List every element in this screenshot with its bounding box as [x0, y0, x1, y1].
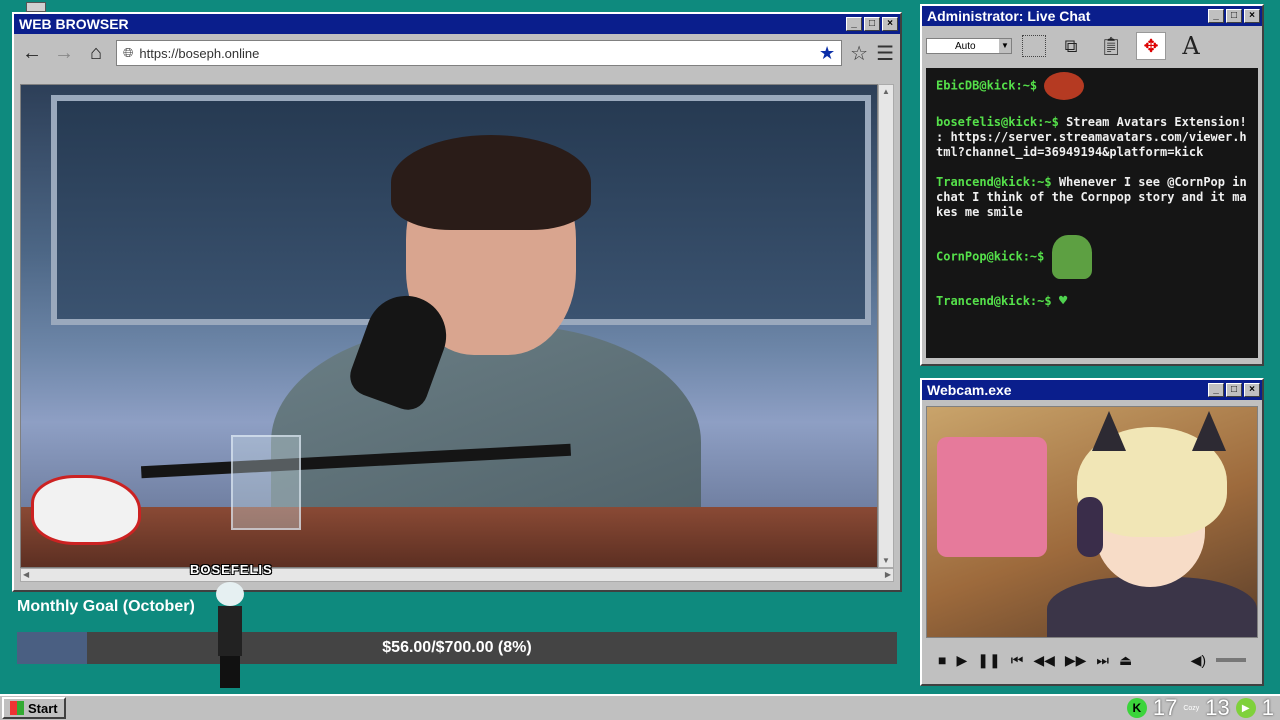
chat-message: EbicDB@kick:~$ [936, 72, 1248, 100]
windows-logo-icon [10, 701, 24, 715]
vertical-scrollbar[interactable]: ▲ ▼ [878, 84, 894, 568]
menu-icon[interactable]: ☰ [876, 41, 894, 66]
favorites-star-icon[interactable]: ☆ [850, 41, 868, 66]
headphones [1077, 497, 1103, 557]
background-bed [937, 437, 1047, 557]
minimize-button[interactable]: _ [846, 17, 862, 31]
heart-icon: ♥ [1058, 293, 1068, 309]
maximize-button[interactable]: □ [1226, 383, 1242, 397]
select-icon[interactable] [1022, 35, 1046, 57]
cozy-label: Cozy [1183, 704, 1200, 712]
chat-log[interactable]: EbicDB@kick:~$ bosefelis@kick:~$ Stream … [926, 68, 1258, 358]
pause-icon[interactable]: ❚❚ [977, 652, 1000, 669]
chevron-down-icon[interactable]: ▼ [999, 39, 1011, 53]
chat-username: Trancend@kick:~$ [936, 175, 1052, 189]
chat-window: Administrator: Live Chat _ □ × Auto ▼ ⧉ … [920, 4, 1264, 366]
start-label: Start [28, 700, 58, 716]
webcam-view [926, 406, 1258, 638]
close-button[interactable]: × [1244, 9, 1260, 23]
skip-forward-icon[interactable]: ⏭ [1096, 652, 1109, 669]
start-button[interactable]: Start [2, 697, 66, 719]
webcam-title: Webcam.exe [927, 382, 1012, 398]
home-icon[interactable]: ⌂ [84, 42, 108, 65]
taskbar: Start K 17 Cozy 13 ▶ 1 [0, 694, 1280, 720]
move-icon[interactable]: ✥ [1136, 32, 1166, 60]
goal-amount: $56.00/$700.00 (8%) [382, 639, 532, 656]
pepe-emote-icon [1051, 235, 1092, 279]
back-arrow-icon[interactable]: ← [20, 42, 44, 65]
fast-forward-icon[interactable]: ▶▶ [1065, 652, 1087, 669]
zoom-select[interactable]: Auto ▼ [926, 38, 1012, 54]
scroll-right-icon[interactable]: ▶ [885, 570, 891, 579]
webcam-window: Webcam.exe _ □ × ■ ▶ ❚❚ ⏮ ◀◀ ▶▶ ⏭ ⏏ ◀) [920, 378, 1264, 686]
forward-arrow-icon[interactable]: → [52, 42, 76, 65]
chat-toolbar: Auto ▼ ⧉ 📋︎ ✥ A [922, 26, 1262, 66]
paste-icon[interactable]: 📋︎ [1096, 32, 1126, 60]
maximize-button[interactable]: □ [864, 17, 880, 31]
address-bar[interactable]: 🌐︎ https://boseph.online ★ [116, 40, 843, 66]
globe-icon: 🌐︎ [123, 45, 134, 60]
desktop-icon[interactable] [26, 2, 46, 12]
avatar-head [216, 582, 244, 606]
copy-icon[interactable]: ⧉ [1056, 32, 1086, 60]
browser-title: WEB BROWSER [19, 16, 129, 32]
play-icon[interactable]: ▶ [956, 652, 967, 669]
chat-message: Trancend@kick:~$ Whenever I see @CornPop… [936, 175, 1248, 220]
minimize-button[interactable]: _ [1208, 9, 1224, 23]
chat-username: EbicDB@kick:~$ [936, 78, 1038, 93]
video-viewport[interactable] [20, 84, 878, 568]
scroll-left-icon[interactable]: ◀ [23, 570, 29, 579]
browser-window: WEB BROWSER _ □ × ← → ⌂ 🌐︎ https://bosep… [12, 12, 902, 592]
stream-avatar [212, 582, 248, 692]
close-button[interactable]: × [882, 17, 898, 31]
browser-toolbar: ← → ⌂ 🌐︎ https://boseph.online ★ ☆ ☰ [14, 34, 900, 72]
close-button[interactable]: × [1244, 383, 1260, 397]
chat-title: Administrator: Live Chat [927, 8, 1091, 24]
avatar-body [218, 606, 242, 656]
chat-message: bosefelis@kick:~$ Stream Avatars Extensi… [936, 115, 1248, 160]
water-glass [231, 435, 301, 530]
volume-icon[interactable]: ◀) [1191, 652, 1206, 669]
cozy-viewer-count: 13 [1205, 695, 1230, 720]
goal-label: Monthly Goal (October) [17, 598, 195, 615]
skip-back-icon[interactable]: ⏮ [1011, 652, 1024, 669]
kick-icon: K [1126, 698, 1147, 718]
play-viewer-count: 1 [1261, 695, 1274, 720]
webcam-titlebar[interactable]: Webcam.exe _ □ × [922, 380, 1262, 400]
elephant-logo [31, 475, 141, 545]
maximize-button[interactable]: □ [1226, 9, 1242, 23]
scroll-up-icon[interactable]: ▲ [882, 87, 890, 96]
rewind-icon[interactable]: ◀◀ [1033, 652, 1055, 669]
goal-progress-bar: $56.00/$700.00 (8%) [17, 632, 897, 664]
emote-icon [1044, 72, 1085, 100]
horizontal-scrollbar[interactable]: ◀ ▶ [20, 568, 894, 582]
eject-icon[interactable]: ⏏ [1119, 652, 1132, 669]
zoom-value: Auto [955, 40, 976, 52]
url-text: https://boseph.online [139, 45, 260, 61]
avatar-legs [220, 656, 240, 688]
chat-username: bosefelis@kick:~$ [936, 115, 1059, 129]
person-hair [391, 135, 591, 230]
chat-username: Trancend@kick:~$ [936, 294, 1052, 308]
chat-titlebar[interactable]: Administrator: Live Chat _ □ × [922, 6, 1262, 26]
scroll-down-icon[interactable]: ▼ [882, 556, 890, 565]
media-controls: ■ ▶ ❚❚ ⏮ ◀◀ ▶▶ ⏭ ⏏ ◀) [926, 644, 1258, 676]
cat-ear-right [1192, 411, 1226, 451]
minimize-button[interactable]: _ [1208, 383, 1224, 397]
font-icon[interactable]: A [1176, 32, 1206, 60]
stop-icon[interactable]: ■ [938, 652, 946, 668]
chat-username: CornPop@kick:~$ [936, 249, 1045, 264]
kick-viewer-count: 17 [1152, 695, 1178, 720]
chat-message: Trancend@kick:~$ ♥ [936, 294, 1248, 309]
play-platform-icon: ▶ [1235, 698, 1256, 718]
avatar-name: BOSEFELIS [190, 562, 273, 577]
system-tray: K 17 Cozy 13 ▶ 1 [1126, 695, 1274, 720]
volume-slider[interactable] [1216, 658, 1246, 662]
bookmark-star-icon[interactable]: ★ [819, 43, 835, 64]
chat-message: CornPop@kick:~$ [936, 235, 1248, 279]
browser-titlebar[interactable]: WEB BROWSER _ □ × [14, 14, 900, 34]
desk [21, 507, 877, 567]
